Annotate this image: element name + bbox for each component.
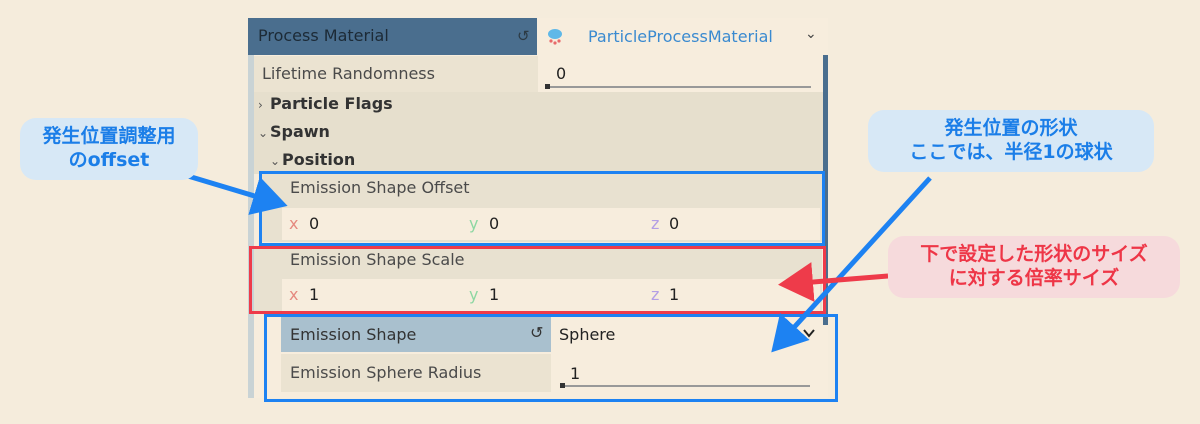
- scale-annotation: 下で設定した形状のサイズ に対する倍率サイズ: [888, 236, 1180, 298]
- annotation-line: 発生位置調整用: [42, 125, 176, 147]
- annotation-line: のoffset: [68, 149, 150, 171]
- shape-annotation: 発生位置の形状 ここでは、半径1の球状: [868, 110, 1154, 172]
- annotation-line: に対する倍率サイズ: [948, 267, 1120, 289]
- annotation-line: ここでは、半径1の球状: [909, 141, 1113, 163]
- annotation-arrows: [167, 167, 932, 353]
- annotation-line: 下で設定した形状のサイズ: [920, 243, 1148, 265]
- offset-annotation: 発生位置調整用 のoffset: [20, 118, 198, 180]
- annotation-line: 発生位置の形状: [944, 117, 1078, 139]
